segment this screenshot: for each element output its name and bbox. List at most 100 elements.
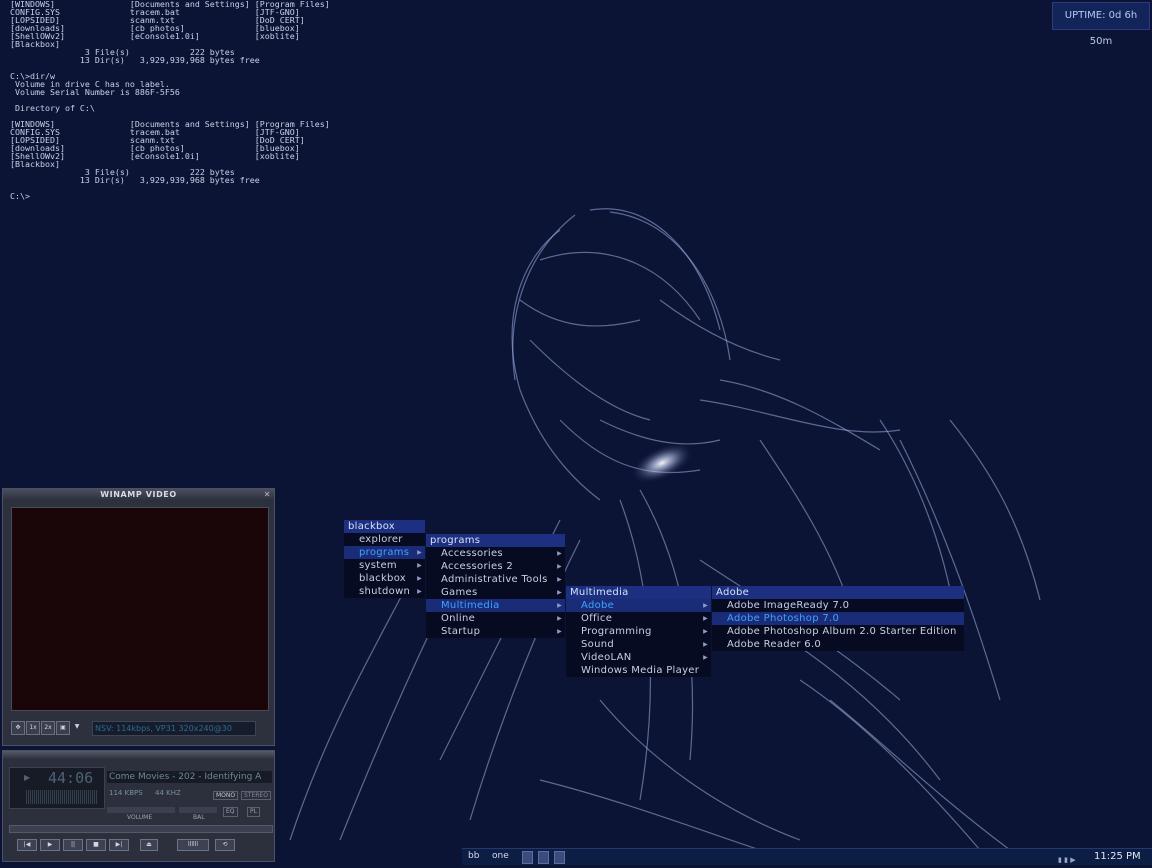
transport-controls: |◀ ▶ || ■ ▶| <box>17 839 132 858</box>
menu-item-label: Office <box>581 613 613 624</box>
stop-button[interactable]: ■ <box>86 839 106 851</box>
tray-icon[interactable]: ▶ <box>1070 856 1075 864</box>
track-time[interactable]: 44:06 <box>48 769 93 787</box>
menu-item-accessories-2[interactable]: Accessories 2 ▶ <box>426 560 565 573</box>
tray-icon[interactable]: ▮ <box>1058 856 1062 864</box>
winamp-video-window: WINAMP VIDEO ✕ ✥ 1x 2x ▣ ▼ NSV: 114kbps, VP3… <box>2 488 275 746</box>
menu-item-programs[interactable]: programs ▶ <box>344 546 425 559</box>
shuffle-button[interactable]: llllll <box>177 839 209 851</box>
workspace-bb[interactable]: bb <box>468 849 479 864</box>
submenu-arrow-icon: ▶ <box>417 575 422 582</box>
close-icon[interactable]: ✕ <box>264 489 271 501</box>
tray-icon[interactable]: ▮ <box>1064 856 1068 864</box>
play-indicator-icon: ▶ <box>24 773 31 782</box>
menu-item-label: programs <box>359 547 410 558</box>
bitrate-unit: KBPS <box>124 789 143 797</box>
tray-app-icon[interactable] <box>554 851 565 864</box>
clock[interactable]: 11:25 PM <box>1094 849 1141 864</box>
menu-item-online[interactable]: Online ▶ <box>426 612 565 625</box>
fullscreen-button[interactable]: ✥ <box>11 721 25 735</box>
multimedia-menu: Multimedia Adobe ▶ Office ▶ Programming ▶ Soun… <box>566 586 711 677</box>
balance-slider[interactable] <box>179 807 217 813</box>
previous-button[interactable]: |◀ <box>17 839 37 851</box>
eject-button[interactable]: ⏏ <box>140 839 158 851</box>
menu-item-adobe-imageready-7-0[interactable]: Adobe ImageReady 7.0 <box>712 599 964 612</box>
repeat-button[interactable]: ⟲ <box>215 839 235 851</box>
submenu-arrow-icon: ▶ <box>703 615 708 622</box>
submenu-arrow-icon: ▶ <box>703 641 708 648</box>
play-button[interactable]: ▶ <box>40 839 60 851</box>
zoom-1x-button[interactable]: 1x <box>26 721 40 735</box>
time-display[interactable]: ▶ 44:06 <box>9 767 105 809</box>
menu-title: blackbox <box>344 520 425 533</box>
menu-item-accessories[interactable]: Accessories ▶ <box>426 547 565 560</box>
submenu-arrow-icon: ▶ <box>557 589 562 596</box>
menu-item-shutdown[interactable]: shutdown ▶ <box>344 585 425 598</box>
menu-item-programming[interactable]: Programming ▶ <box>566 625 711 638</box>
samplerate: 44 KHZ <box>155 789 181 797</box>
next-button[interactable]: ▶| <box>109 839 129 851</box>
submenu-arrow-icon: ▶ <box>417 588 422 595</box>
menu-item-label: Adobe Reader 6.0 <box>727 639 822 650</box>
window-title: WINAMP VIDEO <box>100 490 177 499</box>
video-controls: ✥ 1x 2x ▣ ▼ <box>11 721 84 735</box>
adobe-menu: Adobe Adobe ImageReady 7.0 Adobe Photosho… <box>712 586 964 651</box>
winamp-video-titlebar[interactable]: WINAMP VIDEO ✕ <box>3 489 274 501</box>
video-info: NSV: 114kbps, VP31 320x240@30 <box>92 721 256 736</box>
menu-title: Adobe <box>712 586 964 599</box>
menu-item-multimedia[interactable]: Multimedia ▶ <box>426 599 565 612</box>
volume-slider[interactable] <box>107 807 175 813</box>
menu-item-label: Accessories 2 <box>441 561 514 572</box>
submenu-arrow-icon: ▶ <box>703 628 708 635</box>
seek-bar[interactable] <box>9 825 273 833</box>
workspace-one[interactable]: one <box>492 849 509 864</box>
playlist-button[interactable]: PL <box>247 807 260 817</box>
uptime-widget: UPTIME: 0d 6h 50m <box>1052 2 1150 47</box>
submenu-arrow-icon: ▶ <box>557 628 562 635</box>
menu-item-label: Adobe Photoshop Album 2.0 Starter Editio… <box>727 626 957 637</box>
balance-label: BAL <box>193 814 205 821</box>
menu-item-label: explorer <box>359 534 403 545</box>
video-display[interactable] <box>11 507 269 711</box>
menu-item-system[interactable]: system ▶ <box>344 559 425 572</box>
menu-item-games[interactable]: Games ▶ <box>426 586 565 599</box>
menu-item-office[interactable]: Office ▶ <box>566 612 711 625</box>
volume-label: VOLUME <box>127 814 153 821</box>
menu-item-administrative-tools[interactable]: Administrative Tools ▶ <box>426 573 565 586</box>
submenu-arrow-icon: ▶ <box>557 576 562 583</box>
menu-item-adobe[interactable]: Adobe ▶ <box>566 599 711 612</box>
menu-item-label: Sound <box>581 639 614 650</box>
menu-item-explorer[interactable]: explorer <box>344 533 425 546</box>
menu-item-videolan[interactable]: VideoLAN ▶ <box>566 651 711 664</box>
visualizer[interactable] <box>26 790 98 804</box>
menu-item-label: system <box>359 560 397 571</box>
pause-button[interactable]: || <box>63 839 83 851</box>
submenu-arrow-icon: ▶ <box>703 654 708 661</box>
winamp-main-titlebar[interactable] <box>3 751 274 759</box>
tray-app-icon[interactable] <box>522 851 533 864</box>
eq-button[interactable]: EQ <box>223 807 238 817</box>
menu-item-windows-media-player[interactable]: Windows Media Player <box>566 664 711 677</box>
menu-item-adobe-photoshop-7-0[interactable]: Adobe Photoshop 7.0 <box>712 612 964 625</box>
dropdown-icon[interactable]: ▼ <box>71 721 83 733</box>
tray-strip: ▮ ▮ ▶ <box>1058 853 1076 868</box>
menu-item-startup[interactable]: Startup ▶ <box>426 625 565 638</box>
tray-app-icon[interactable] <box>538 851 549 864</box>
zoom-2x-button[interactable]: 2x <box>41 721 55 735</box>
submenu-arrow-icon: ▶ <box>557 602 562 609</box>
submenu-arrow-icon: ▶ <box>557 615 562 622</box>
menu-item-blackbox[interactable]: blackbox ▶ <box>344 572 425 585</box>
winamp-main-window: ▶ 44:06 Come Movies - 202 - Identifying … <box>2 750 275 862</box>
tv-icon[interactable]: ▣ <box>56 721 70 735</box>
menu-item-adobe-photoshop-album-2-0-starter-edition[interactable]: Adobe Photoshop Album 2.0 Starter Editio… <box>712 625 964 638</box>
menu-item-label: blackbox <box>359 573 407 584</box>
taskbar: bb one ▮ ▮ ▶ 11:25 PM <box>462 848 1152 865</box>
song-title-ticker[interactable]: Come Movies - 202 - Identifying A <box>107 771 272 783</box>
menu-item-adobe-reader-6-0[interactable]: Adobe Reader 6.0 <box>712 638 964 651</box>
menu-title: Multimedia <box>566 586 711 599</box>
submenu-arrow-icon: ▶ <box>557 563 562 570</box>
menu-item-label: Multimedia <box>441 600 500 611</box>
menu-item-label: shutdown <box>359 586 411 597</box>
menu-item-sound[interactable]: Sound ▶ <box>566 638 711 651</box>
menu-item-label: Startup <box>441 626 481 637</box>
